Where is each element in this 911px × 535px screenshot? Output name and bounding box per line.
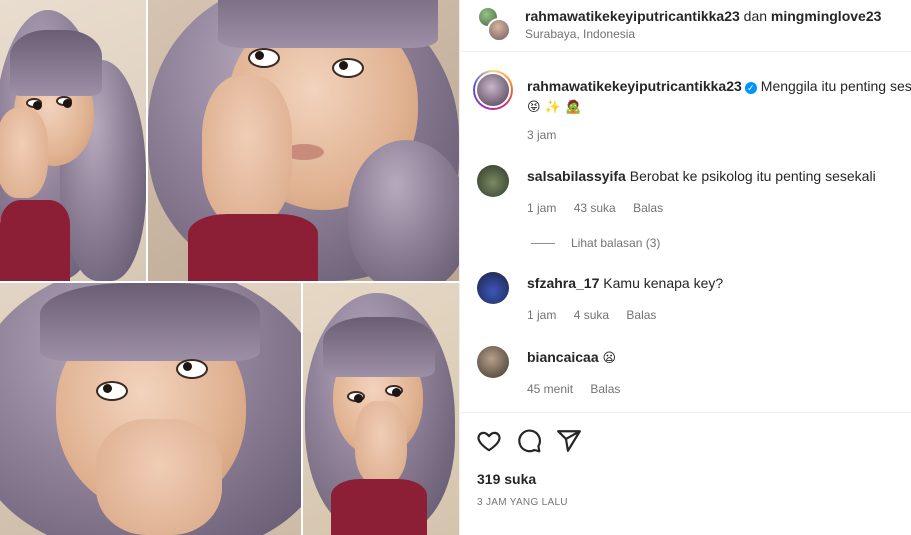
post-photo-collage[interactable] (0, 0, 459, 535)
photo-bottom-right (303, 283, 459, 535)
comment-time[interactable]: 1 jam (527, 201, 556, 215)
comment-like-count[interactable]: 43 suka (574, 201, 616, 215)
caption-username[interactable]: rahmawatikekeyiputricantikka23 (527, 78, 742, 94)
post-authors: rahmawatikekeyiputricantikka23 dan mingm… (525, 8, 881, 24)
comment-time[interactable]: 45 menit (527, 382, 573, 396)
heart-icon[interactable] (476, 428, 502, 454)
comment-username[interactable]: sfzahra_17 (527, 275, 599, 291)
comment-username[interactable]: biancaicaa (527, 349, 599, 365)
photo-top-left (0, 0, 146, 281)
avatar[interactable] (473, 70, 513, 110)
post-timestamp[interactable]: 3 JAM YANG LALU (477, 497, 568, 508)
avatar[interactable] (477, 165, 509, 197)
comment-text: 😦 (602, 351, 617, 366)
author-avatars[interactable] (477, 6, 511, 42)
post-header: rahmawatikekeyiputricantikka23 dan mingm… (460, 0, 911, 52)
view-replies-label: Lihat balasan (3) (571, 236, 661, 250)
post-detail-panel: rahmawatikekeyiputricantikka23 dan mingm… (459, 0, 911, 535)
comment-username[interactable]: salsabilassyifa (527, 168, 626, 184)
caption-text: Menggila itu penting sesek (760, 78, 911, 94)
coauthor-link[interactable]: mingminglove23 (771, 8, 881, 24)
location-link[interactable]: Surabaya, Indonesia (525, 27, 635, 41)
verified-badge-icon: ✓ (744, 82, 757, 94)
avatar[interactable] (477, 272, 509, 304)
reply-button[interactable]: Balas (626, 308, 656, 322)
reply-button[interactable]: Balas (590, 382, 620, 396)
avatar[interactable] (487, 18, 511, 42)
photo-bottom-left (0, 283, 301, 535)
comment-like-count[interactable]: 4 suka (574, 308, 609, 322)
caption-time[interactable]: 3 jam (527, 128, 556, 142)
photo-top-right (148, 0, 459, 281)
post-actions: 319 suka 3 JAM YANG LALU (460, 412, 911, 535)
comment-icon[interactable] (516, 428, 542, 454)
comments-list[interactable]: rahmawatikekeyiputricantikka23 ✓ Menggila … (460, 53, 911, 411)
view-replies-button[interactable]: Lihat balasan (3) (531, 236, 660, 250)
like-count[interactable]: 319 suka (477, 471, 536, 487)
avatar[interactable] (477, 346, 509, 378)
author-joiner: dan (743, 8, 768, 24)
send-icon[interactable] (556, 428, 582, 454)
comment-text: Kamu kenapa key? (603, 275, 724, 291)
comment-text: Berobat ke psikolog itu penting sesekali (629, 168, 876, 184)
caption-emojis: 😝 ✨ 🧟 (527, 100, 582, 115)
author-link[interactable]: rahmawatikekeyiputricantikka23 (525, 8, 740, 24)
comment-time[interactable]: 1 jam (527, 308, 556, 322)
reply-button[interactable]: Balas (633, 201, 663, 215)
replies-divider (531, 243, 555, 245)
